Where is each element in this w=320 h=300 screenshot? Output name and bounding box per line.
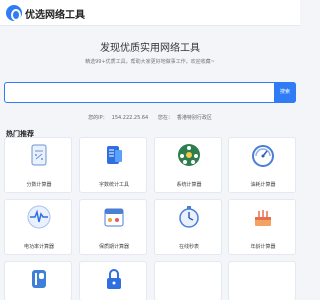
tool-card-parking[interactable] — [4, 261, 72, 300]
logo-icon[interactable] — [6, 5, 22, 21]
tool-label: 系统计算器 — [176, 182, 202, 188]
tool-card-shelf-life-calculator[interactable]: 保质期计算器 — [79, 199, 147, 255]
tool-card-fuel-calculator[interactable]: 油耗计算器 — [228, 137, 296, 193]
tool-label: 字数统计工具 — [98, 182, 129, 188]
tool-label: 分数计算器 — [26, 182, 52, 188]
tool-label: 电功率计算器 — [23, 244, 54, 250]
search-input[interactable] — [9, 86, 269, 100]
tool-card-empty[interactable] — [154, 261, 222, 300]
calendar-icon — [104, 208, 124, 227]
hero-subtitle: 精选99+优质工具，帮助大家更好地做事工作，欢迎收藏~ — [85, 59, 215, 65]
tool-card-fraction-calculator[interactable]: 分数计算器 — [4, 137, 72, 193]
search-button[interactable]: 搜索 — [274, 82, 296, 103]
search-bar: 搜索 — [4, 82, 296, 103]
word-count-icon — [107, 146, 122, 164]
tool-card-word-count[interactable]: 字数统计工具 — [79, 137, 147, 193]
ip-label: 您的IP： 154.222.25.64 — [88, 115, 149, 121]
top-bar: 优选网络工具 — [0, 0, 300, 26]
tool-card-system-calculator[interactable]: 系统计算器 — [154, 137, 222, 193]
heartbeat-icon — [27, 205, 51, 229]
gauge-icon — [252, 145, 274, 167]
ip-info: 您的IP： 154.222.25.64 您在： 香港特别行政区 — [0, 114, 300, 121]
tool-card-age-calculator[interactable]: 年龄计算器 — [228, 199, 296, 255]
tool-grid: 分数计算器 字数统计工具 系统计算器 油耗计算器 电功率计算器 保质期计算器 在… — [4, 137, 296, 300]
tool-card-stopwatch[interactable]: 在线秒表 — [154, 199, 222, 255]
hero-title: 发现优质实用网络工具 — [100, 43, 200, 54]
tool-label: 油耗计算器 — [250, 182, 276, 188]
birthday-cake-icon — [255, 210, 271, 226]
tool-label: 保质期计算器 — [98, 244, 129, 250]
fraction-calculator-icon — [31, 144, 47, 166]
tool-label: 年龄计算器 — [250, 244, 276, 250]
tool-card-empty[interactable] — [228, 261, 296, 300]
parking-icon — [32, 270, 46, 288]
stopwatch-icon — [179, 206, 199, 228]
lock-icon — [107, 269, 121, 289]
people-network-icon — [178, 144, 200, 166]
tool-label: 在线秒表 — [178, 244, 199, 250]
location-label: 您在： 香港特别行政区 — [157, 115, 212, 121]
tool-card-power-calculator[interactable]: 电功率计算器 — [4, 199, 72, 255]
tool-card-lock[interactable] — [79, 261, 147, 300]
brand-name[interactable]: 优选网络工具 — [25, 6, 85, 21]
